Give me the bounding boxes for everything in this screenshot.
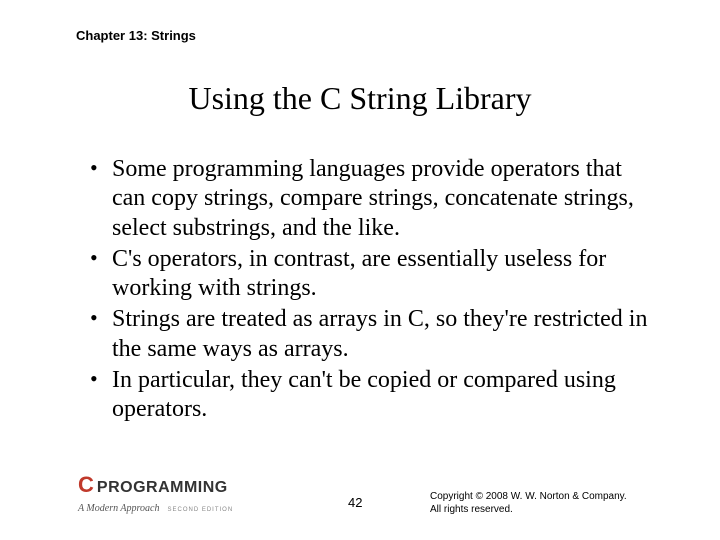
book-logo: C PROGRAMMING A Modern Approach SECOND E… [78,472,278,516]
logo-programming-text: PROGRAMMING [97,479,228,497]
copyright-line-2: All rights reserved. [430,503,670,516]
logo-bottom-row: A Modern Approach SECOND EDITION [78,498,278,516]
logo-edition: SECOND EDITION [167,507,233,513]
slide-title: Using the C String Library [0,80,720,117]
copyright-line-1: Copyright © 2008 W. W. Norton & Company. [430,490,670,503]
logo-subtitle: A Modern Approach [78,503,159,514]
copyright: Copyright © 2008 W. W. Norton & Company.… [430,490,670,516]
slide-body: Some programming languages provide opera… [90,155,650,426]
footer: C PROGRAMMING A Modern Approach SECOND E… [0,476,720,516]
bullet-item: In particular, they can't be copied or c… [90,366,650,425]
bullet-item: Strings are treated as arrays in C, so t… [90,305,650,364]
chapter-label: Chapter 13: Strings [76,28,196,43]
bullet-item: C's operators, in contrast, are essentia… [90,245,650,304]
logo-c-letter: C [78,472,93,498]
bullet-list: Some programming languages provide opera… [90,155,650,424]
bullet-item: Some programming languages provide opera… [90,155,650,243]
logo-top-row: C PROGRAMMING [78,472,278,498]
page-number: 42 [348,495,362,510]
slide: Chapter 13: Strings Using the C String L… [0,0,720,540]
